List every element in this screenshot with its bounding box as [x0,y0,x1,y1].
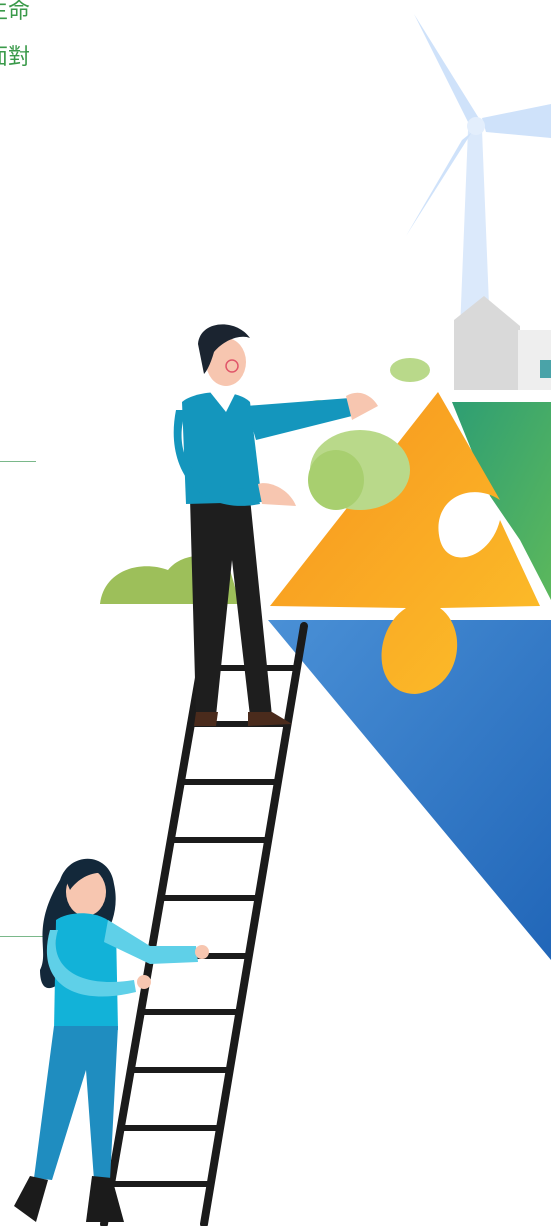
house-icon [454,296,551,390]
teamwork-illustration [14,14,551,1226]
wind-turbine-icon [406,14,551,330]
